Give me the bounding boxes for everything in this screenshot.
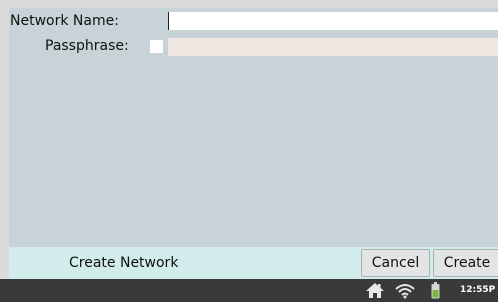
passphrase-label: Passphrase: — [45, 38, 129, 54]
home-icon[interactable] — [365, 282, 385, 302]
network-name-input[interactable] — [168, 12, 498, 30]
network-name-label: Network Name: — [10, 13, 119, 29]
create-button[interactable]: Create — [433, 249, 498, 277]
cancel-button[interactable]: Cancel — [361, 249, 430, 277]
taskbar: 12:55P — [0, 279, 498, 302]
create-network-dialog: Network Name: Passphrase: Create Network… — [9, 8, 498, 279]
wifi-icon[interactable] — [394, 282, 416, 302]
passphrase-input[interactable] — [168, 38, 498, 56]
dialog-title: Create Network — [69, 255, 179, 271]
screen: Network Name: Passphrase: Create Network… — [0, 0, 498, 302]
battery-icon[interactable] — [431, 282, 440, 302]
clock: 12:55P — [460, 285, 496, 295]
passphrase-checkbox[interactable] — [150, 40, 163, 53]
dialog-footer: Create Network Cancel Create — [9, 247, 498, 279]
